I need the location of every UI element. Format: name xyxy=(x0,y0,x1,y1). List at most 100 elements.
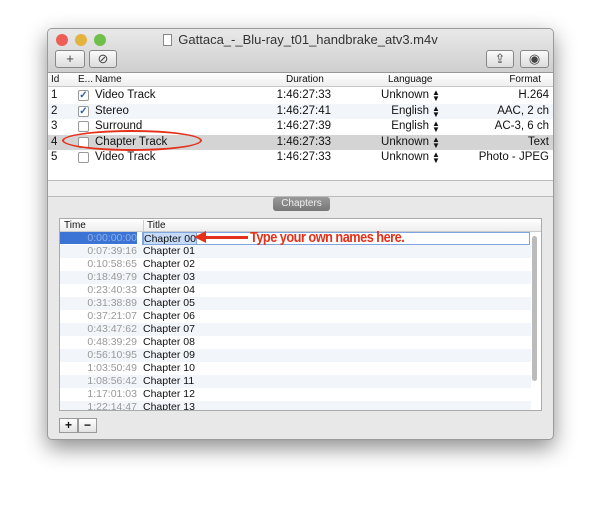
col-duration[interactable]: Duration xyxy=(286,74,324,85)
track-language[interactable]: Unknown xyxy=(381,89,429,101)
chapter-row[interactable]: 1:08:56:42 Chapter 11 xyxy=(60,375,531,388)
remove-chapter-button[interactable]: − xyxy=(78,418,97,433)
track-row[interactable]: 5 Video Track 1:46:27:33 Unknown ▲ ▼ Phot… xyxy=(48,150,553,166)
chapter-title[interactable]: Chapter 12 xyxy=(143,388,195,400)
enabled-checkbox[interactable]: ✓ xyxy=(78,105,89,117)
track-format: AC-3, 6 ch xyxy=(494,120,549,132)
chapter-time: 0:00:00:00 xyxy=(60,232,137,244)
add-chapter-button[interactable]: + xyxy=(59,418,78,433)
col-language[interactable]: Language xyxy=(388,74,433,85)
track-language[interactable]: Unknown xyxy=(381,151,429,163)
chapter-row[interactable]: 1:03:50:49 Chapter 10 xyxy=(60,362,531,375)
stepper-icon[interactable]: ▲ ▼ xyxy=(432,135,440,149)
col-title[interactable]: Title xyxy=(143,220,166,231)
col-name[interactable]: Name xyxy=(95,74,122,85)
inspector-button[interactable]: ◉ xyxy=(520,50,549,68)
chapter-time: 0:37:21:07 xyxy=(87,310,137,322)
track-duration: 1:46:27:39 xyxy=(276,120,331,132)
col-enabled[interactable]: E... xyxy=(78,74,93,85)
track-format: Photo - JPEG xyxy=(478,151,549,163)
stepper-icon[interactable]: ▲ ▼ xyxy=(432,89,440,103)
chapter-time: 1:03:50:49 xyxy=(87,362,137,374)
track-format: Text xyxy=(527,135,549,148)
chapter-row[interactable]: 0:23:40:33 Chapter 04 xyxy=(60,284,531,297)
arrow-head-icon xyxy=(194,231,206,243)
track-id: 4 xyxy=(51,135,58,148)
chapter-time: 1:17:01:03 xyxy=(87,388,137,400)
enabled-checkbox[interactable] xyxy=(78,121,89,132)
chapters-table: Time Title 0:00:00:00 Chapter 00 0:07:39:… xyxy=(59,218,542,411)
chapter-title[interactable]: Chapter 13 xyxy=(143,401,195,410)
chapter-row[interactable]: 0:18:49:79 Chapter 03 xyxy=(60,271,531,284)
chapter-time: 0:56:10:95 xyxy=(87,349,137,361)
stepper-icon[interactable]: ▲ ▼ xyxy=(432,151,440,165)
track-name: Video Track xyxy=(95,151,156,163)
chapter-title[interactable]: Chapter 03 xyxy=(143,271,195,283)
chapter-time: 0:43:47:62 xyxy=(87,323,137,335)
track-language[interactable]: Unknown xyxy=(381,136,429,148)
col-format[interactable]: Format xyxy=(509,74,541,85)
add-track-button[interactable]: + xyxy=(55,50,85,68)
chapter-row[interactable]: 0:37:21:07 Chapter 06 xyxy=(60,310,531,323)
track-format: H.264 xyxy=(518,89,549,101)
stepper-icon[interactable]: ▲ ▼ xyxy=(432,104,440,118)
scrollbar[interactable] xyxy=(532,236,537,381)
chapter-time: 0:18:49:79 xyxy=(87,271,137,283)
chapter-title[interactable]: Chapter 02 xyxy=(143,258,195,270)
stepper-icon[interactable]: ▲ ▼ xyxy=(432,120,440,134)
window-title: Gattaca_-_Blu-ray_t01_handbrake_atv3.m4v xyxy=(48,32,553,47)
highlight-ellipse xyxy=(62,130,202,151)
title-bar: Gattaca_-_Blu-ray_t01_handbrake_atv3.m4v… xyxy=(48,29,553,73)
track-id: 1 xyxy=(51,89,58,101)
chapter-row[interactable]: 0:48:39:29 Chapter 08 xyxy=(60,336,531,349)
tracks-header: Id E... Name Duration Language Format xyxy=(48,73,553,87)
track-row[interactable]: 2 ✓ Stereo 1:46:27:41 English ▲ ▼ AAC, 2 … xyxy=(48,103,553,119)
tab-chapters[interactable]: Chapters xyxy=(273,197,330,211)
annotation-text: Type your own names here. xyxy=(250,229,405,246)
track-name: Stereo xyxy=(95,104,129,117)
chapter-title[interactable]: Chapter 05 xyxy=(143,297,195,309)
chapter-row[interactable]: 0:10:58:65 Chapter 02 xyxy=(60,258,531,271)
title-text: Gattaca_-_Blu-ray_t01_handbrake_atv3.m4v xyxy=(178,32,438,47)
track-language[interactable]: English xyxy=(391,120,429,132)
arrow-icon xyxy=(203,236,248,239)
chapter-row[interactable]: 0:43:47:62 Chapter 07 xyxy=(60,323,531,336)
splitter[interactable] xyxy=(48,181,553,197)
chapter-time: 0:10:58:65 xyxy=(87,258,137,270)
track-duration: 1:46:27:33 xyxy=(276,135,331,148)
col-time[interactable]: Time xyxy=(64,220,86,231)
track-format: AAC, 2 ch xyxy=(497,104,549,117)
disable-button[interactable]: ⊘ xyxy=(89,50,117,68)
track-language[interactable]: English xyxy=(391,105,429,117)
track-id: 5 xyxy=(51,151,58,163)
chapter-time: 1:08:56:42 xyxy=(87,375,137,387)
chapter-row[interactable]: 1:17:01:03 Chapter 12 xyxy=(60,388,531,401)
chapter-time: 0:23:40:33 xyxy=(87,284,137,296)
chapter-row[interactable]: 0:31:38:89 Chapter 05 xyxy=(60,297,531,310)
chapter-row[interactable]: 1:22:14:47 Chapter 13 xyxy=(60,401,531,411)
chapter-title[interactable]: Chapter 04 xyxy=(143,284,195,296)
chapter-time: 0:31:38:89 xyxy=(87,297,137,309)
chapter-row[interactable]: 0:07:39:16 Chapter 01 xyxy=(60,245,531,258)
chapter-title[interactable]: Chapter 01 xyxy=(143,245,195,257)
tracks-table: Id E... Name Duration Language Format 1 … xyxy=(48,73,553,181)
chapter-title[interactable]: Chapter 07 xyxy=(143,323,195,335)
track-id: 2 xyxy=(51,104,58,117)
enabled-checkbox[interactable] xyxy=(78,152,89,163)
chapter-title[interactable]: Chapter 11 xyxy=(143,375,194,387)
share-button[interactable]: ⇪ xyxy=(486,50,514,68)
track-duration: 1:46:27:33 xyxy=(276,89,331,101)
chapter-title[interactable]: Chapter 10 xyxy=(143,362,195,374)
chapter-title[interactable]: Chapter 08 xyxy=(143,336,195,348)
col-id[interactable]: Id xyxy=(51,74,59,85)
track-duration: 1:46:27:41 xyxy=(276,104,331,117)
chapter-row[interactable]: 0:56:10:95 Chapter 09 xyxy=(60,349,531,362)
chapter-time: 1:22:14:47 xyxy=(87,401,137,411)
chapter-title[interactable]: Chapter 09 xyxy=(143,349,195,361)
enabled-checkbox[interactable]: ✓ xyxy=(78,90,89,101)
chapter-time: 0:48:39:29 xyxy=(87,336,137,348)
track-name: Video Track xyxy=(95,89,156,101)
chapter-title[interactable]: Chapter 06 xyxy=(143,310,195,322)
track-id: 3 xyxy=(51,120,58,132)
track-row[interactable]: 1 ✓ Video Track 1:46:27:33 Unknown ▲ ▼ H.… xyxy=(48,88,553,104)
